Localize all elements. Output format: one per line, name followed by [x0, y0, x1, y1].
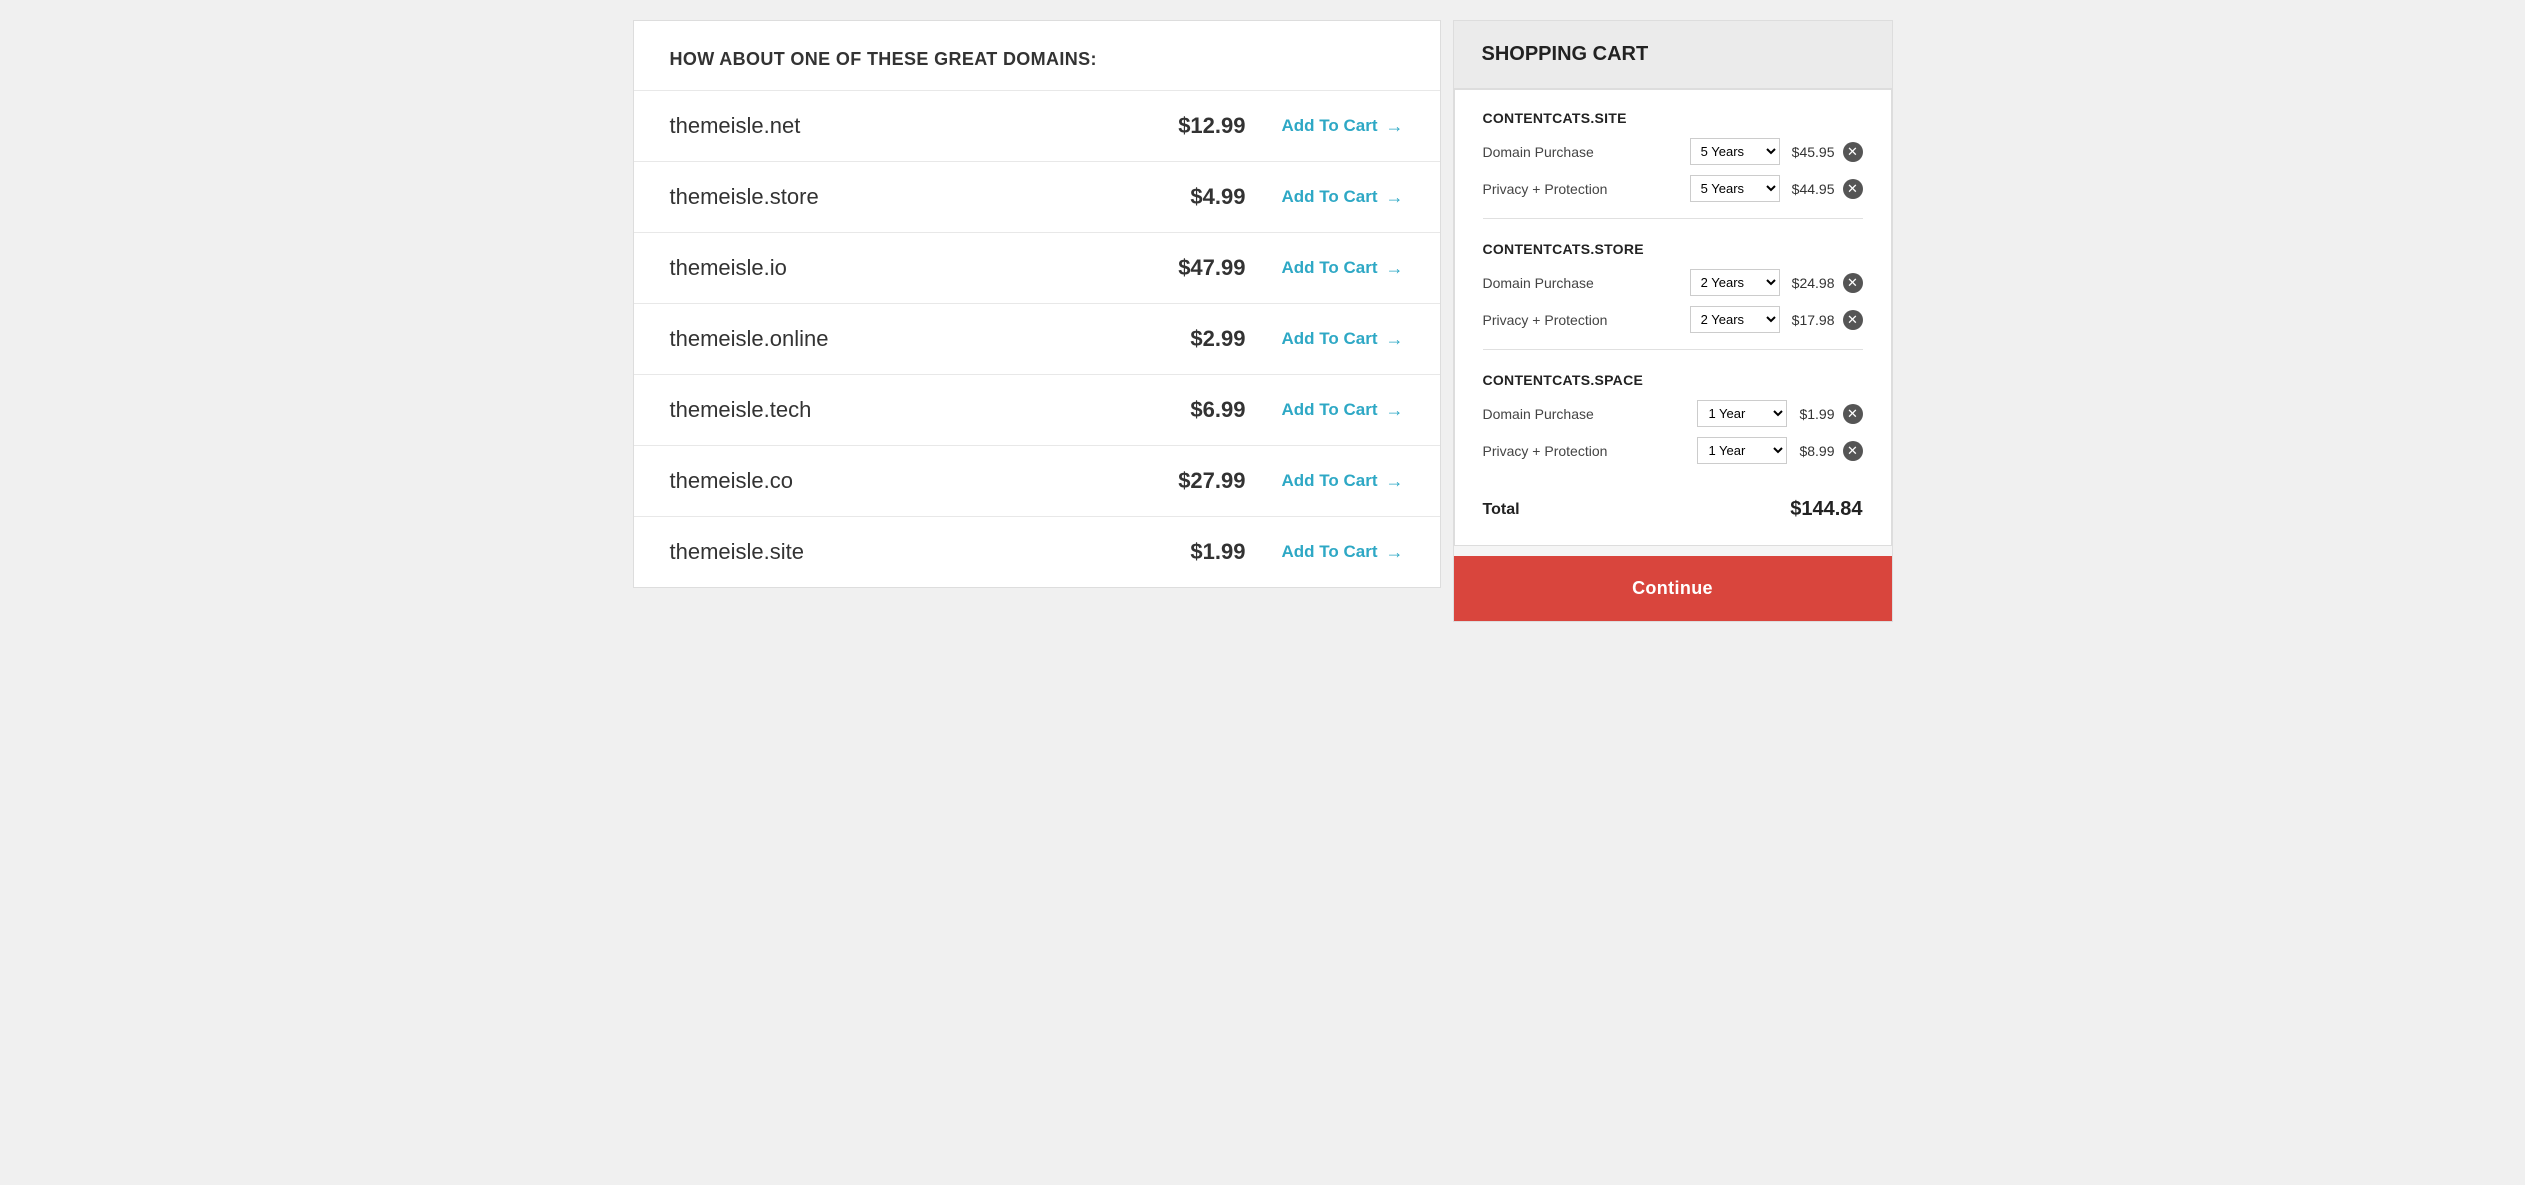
- duration-select[interactable]: 1 Year2 Years3 Years4 Years5 Years: [1690, 138, 1780, 165]
- domain-row: themeisle.net $12.99 Add To Cart →: [634, 90, 1440, 161]
- arrow-right-icon: →: [1386, 116, 1404, 137]
- add-to-cart-button[interactable]: Add To Cart →: [1281, 187, 1403, 208]
- domain-name: themeisle.online: [670, 326, 1191, 352]
- cart-item-price: $24.98: [1792, 275, 1835, 291]
- cart-item-price: $8.99: [1799, 443, 1834, 459]
- remove-item-button[interactable]: ✕: [1843, 404, 1863, 424]
- cart-section-title: CONTENTCATS.SPACE: [1483, 372, 1863, 388]
- domain-price: $47.99: [1178, 255, 1245, 281]
- cart-item-label: Privacy + Protection: [1483, 181, 1690, 197]
- cart-item-price: $44.95: [1792, 181, 1835, 197]
- cart-item-row: Privacy + Protection1 Year2 Years3 Years…: [1483, 437, 1863, 464]
- duration-select[interactable]: 1 Year2 Years3 Years4 Years5 Years: [1690, 306, 1780, 333]
- domain-price: $12.99: [1178, 113, 1245, 139]
- domain-row: themeisle.tech $6.99 Add To Cart →: [634, 374, 1440, 445]
- remove-item-button[interactable]: ✕: [1843, 179, 1863, 199]
- domain-price: $2.99: [1190, 326, 1245, 352]
- duration-select[interactable]: 1 Year2 Years3 Years4 Years5 Years: [1690, 269, 1780, 296]
- domain-price: $4.99: [1190, 184, 1245, 210]
- continue-button[interactable]: Continue: [1454, 556, 1892, 621]
- cart-sections: CONTENTCATS.SITEDomain Purchase1 Year2 Y…: [1483, 110, 1863, 464]
- arrow-right-icon: →: [1386, 471, 1404, 492]
- cart-item-label: Privacy + Protection: [1483, 443, 1698, 459]
- domain-name: themeisle.site: [670, 539, 1191, 565]
- domain-price: $27.99: [1178, 468, 1245, 494]
- cart-total-price: $144.84: [1790, 498, 1862, 521]
- cart-divider: [1483, 349, 1863, 350]
- domains-header: HOW ABOUT ONE OF THESE GREAT DOMAINS:: [634, 21, 1440, 90]
- cart-section-title: CONTENTCATS.SITE: [1483, 110, 1863, 126]
- cart-item-row: Domain Purchase1 Year2 Years3 Years4 Yea…: [1483, 269, 1863, 296]
- cart-divider: [1483, 218, 1863, 219]
- cart-section: CONTENTCATS.STORE Domain Purchase1 Year2 …: [1483, 241, 1863, 350]
- domain-row: themeisle.co $27.99 Add To Cart →: [634, 445, 1440, 516]
- cart-body: CONTENTCATS.SITEDomain Purchase1 Year2 Y…: [1454, 89, 1892, 546]
- add-to-cart-label: Add To Cart: [1281, 542, 1377, 562]
- remove-item-button[interactable]: ✕: [1843, 273, 1863, 293]
- remove-item-button[interactable]: ✕: [1843, 142, 1863, 162]
- add-to-cart-label: Add To Cart: [1281, 471, 1377, 491]
- cart-item-price: $17.98: [1792, 312, 1835, 328]
- cart-item-label: Privacy + Protection: [1483, 312, 1690, 328]
- arrow-right-icon: →: [1386, 400, 1404, 421]
- add-to-cart-button[interactable]: Add To Cart →: [1281, 471, 1403, 492]
- cart-section: CONTENTCATS.SITE Domain Purchase1 Year2 Y…: [1483, 110, 1863, 219]
- cart-item-row: Privacy + Protection1 Year2 Years3 Years…: [1483, 306, 1863, 333]
- domain-price: $6.99: [1190, 397, 1245, 423]
- cart-item-label: Domain Purchase: [1483, 406, 1698, 422]
- cart-item-label: Domain Purchase: [1483, 144, 1690, 160]
- arrow-right-icon: →: [1386, 329, 1404, 350]
- cart-total-row: Total $144.84: [1483, 486, 1863, 525]
- add-to-cart-button[interactable]: Add To Cart →: [1281, 116, 1403, 137]
- cart-item-price: $45.95: [1792, 144, 1835, 160]
- add-to-cart-label: Add To Cart: [1281, 258, 1377, 278]
- arrow-right-icon: →: [1386, 542, 1404, 563]
- domain-row: themeisle.store $4.99 Add To Cart →: [634, 161, 1440, 232]
- arrow-right-icon: →: [1386, 187, 1404, 208]
- cart-item-row: Privacy + Protection1 Year2 Years3 Years…: [1483, 175, 1863, 202]
- domain-name: themeisle.net: [670, 113, 1179, 139]
- cart-section: CONTENTCATS.SPACEDomain Purchase1 Year2 …: [1483, 372, 1863, 464]
- cart-panel: SHOPPING CART CONTENTCATS.SITE Domain Pur…: [1453, 20, 1893, 622]
- domain-name: themeisle.io: [670, 255, 1179, 281]
- cart-section-title: CONTENTCATS.STORE: [1483, 241, 1863, 257]
- domain-row: themeisle.site $1.99 Add To Cart →: [634, 516, 1440, 587]
- domain-name: themeisle.co: [670, 468, 1179, 494]
- cart-item-row: Domain Purchase1 Year2 Years3 Years4 Yea…: [1483, 138, 1863, 165]
- add-to-cart-button[interactable]: Add To Cart →: [1281, 542, 1403, 563]
- add-to-cart-label: Add To Cart: [1281, 187, 1377, 207]
- add-to-cart-label: Add To Cart: [1281, 116, 1377, 136]
- domain-name: themeisle.store: [670, 184, 1191, 210]
- domain-row: themeisle.io $47.99 Add To Cart →: [634, 232, 1440, 303]
- duration-select[interactable]: 1 Year2 Years3 Years4 Years5 Years: [1697, 400, 1787, 427]
- cart-item-row: Domain Purchase1 Year2 Years3 Years4 Yea…: [1483, 400, 1863, 427]
- add-to-cart-label: Add To Cart: [1281, 329, 1377, 349]
- remove-item-button[interactable]: ✕: [1843, 441, 1863, 461]
- domain-list: themeisle.net $12.99 Add To Cart → theme…: [634, 90, 1440, 587]
- cart-header: SHOPPING CART: [1454, 21, 1892, 89]
- cart-item-price: $1.99: [1799, 406, 1834, 422]
- remove-item-button[interactable]: ✕: [1843, 310, 1863, 330]
- cart-item-label: Domain Purchase: [1483, 275, 1690, 291]
- domain-row: themeisle.online $2.99 Add To Cart →: [634, 303, 1440, 374]
- duration-select[interactable]: 1 Year2 Years3 Years4 Years5 Years: [1697, 437, 1787, 464]
- domains-panel: HOW ABOUT ONE OF THESE GREAT DOMAINS: th…: [633, 20, 1441, 588]
- duration-select[interactable]: 1 Year2 Years3 Years4 Years5 Years: [1690, 175, 1780, 202]
- add-to-cart-button[interactable]: Add To Cart →: [1281, 329, 1403, 350]
- cart-total-label: Total: [1483, 501, 1791, 519]
- add-to-cart-button[interactable]: Add To Cart →: [1281, 258, 1403, 279]
- add-to-cart-label: Add To Cart: [1281, 400, 1377, 420]
- domain-price: $1.99: [1190, 539, 1245, 565]
- domain-name: themeisle.tech: [670, 397, 1191, 423]
- main-container: HOW ABOUT ONE OF THESE GREAT DOMAINS: th…: [633, 20, 1893, 622]
- add-to-cart-button[interactable]: Add To Cart →: [1281, 400, 1403, 421]
- arrow-right-icon: →: [1386, 258, 1404, 279]
